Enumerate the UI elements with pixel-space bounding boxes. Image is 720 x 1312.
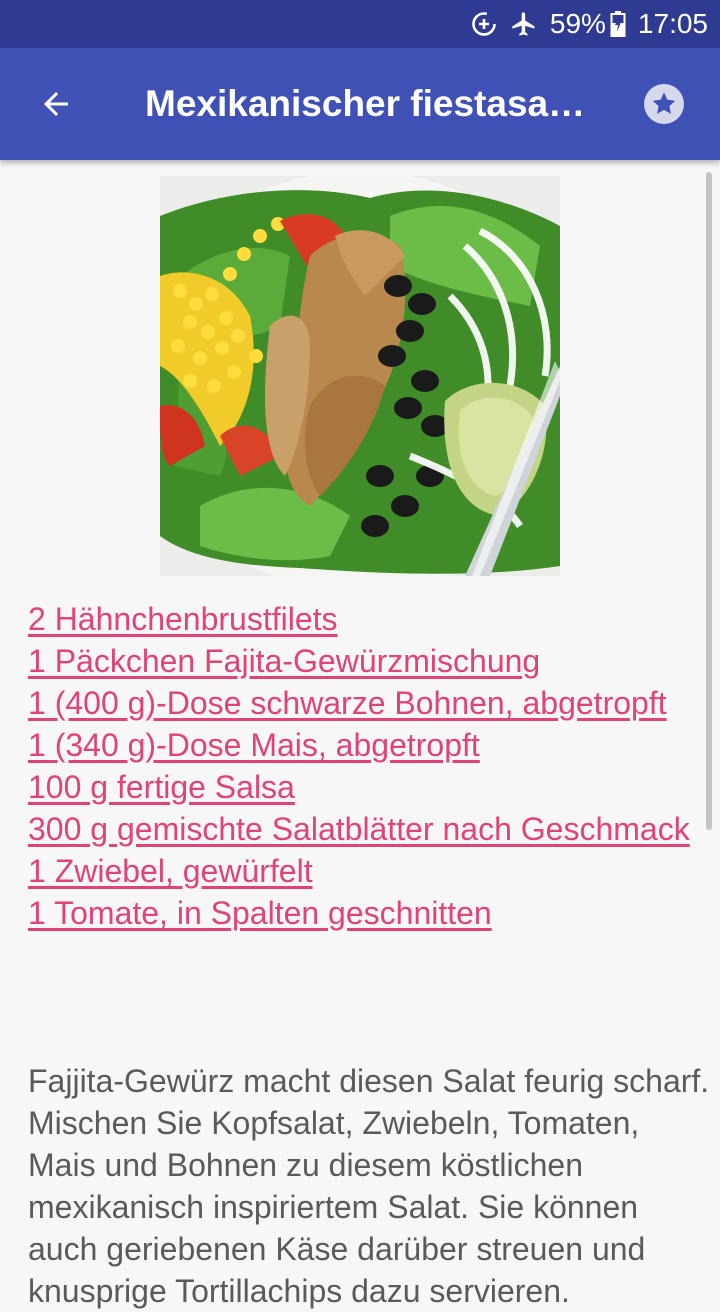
- app-bar: Mexikanischer fiestasa…: [0, 48, 720, 160]
- list-item: 100 g fertige Salsa: [28, 766, 698, 808]
- battery-charging-icon: [610, 10, 626, 38]
- scrollbar-thumb[interactable]: [706, 172, 712, 830]
- recipe-image: [160, 176, 560, 576]
- ingredient-link[interactable]: 1 Zwiebel, gewürfelt: [28, 853, 313, 889]
- list-item: 1 Päckchen Fajita-Gewürzmischung: [28, 640, 698, 682]
- ingredient-list: 2 Hähnchenbrustfilets 1 Päckchen Fajita-…: [28, 598, 698, 934]
- ingredient-link[interactable]: 300 g gemischte Salatblätter nach Geschm…: [28, 811, 690, 847]
- ingredient-link[interactable]: 2 Hähnchenbrustfilets: [28, 601, 338, 637]
- clock: 17:05: [637, 8, 708, 39]
- ingredient-link[interactable]: 1 Tomate, in Spalten geschnitten: [28, 895, 492, 931]
- list-item: 300 g gemischte Salatblätter nach Geschm…: [28, 808, 698, 850]
- arrow-back-icon: [44, 92, 68, 116]
- data-saver-icon: [470, 10, 498, 38]
- list-item: 2 Hähnchenbrustfilets: [28, 598, 698, 640]
- status-bar: 59% 17:05: [0, 0, 720, 48]
- star-icon: [644, 84, 684, 124]
- list-item: 1 (340 g)-Dose Mais, abgetropft: [28, 724, 698, 766]
- ingredient-link[interactable]: 1 (340 g)-Dose Mais, abgetropft: [28, 727, 480, 763]
- recipe-description: Fajjita-Gewürz macht diesen Salat feurig…: [28, 1063, 710, 1309]
- back-button[interactable]: [28, 76, 84, 132]
- ingredient-link[interactable]: 1 Päckchen Fajita-Gewürzmischung: [28, 643, 540, 679]
- favorite-button[interactable]: [640, 80, 688, 128]
- page-title: Mexikanischer fiestasa…: [145, 83, 586, 124]
- ingredient-link[interactable]: 1 (400 g)-Dose schwarze Bohnen, abgetrop…: [28, 685, 667, 721]
- battery-percent: 59%: [549, 8, 606, 39]
- list-item: 1 Tomate, in Spalten geschnitten: [28, 892, 698, 934]
- airplane-mode-icon: [510, 10, 538, 38]
- ingredient-link[interactable]: 100 g fertige Salsa: [28, 769, 295, 805]
- list-item: 1 (400 g)-Dose schwarze Bohnen, abgetrop…: [28, 682, 698, 724]
- list-item: 1 Zwiebel, gewürfelt: [28, 850, 698, 892]
